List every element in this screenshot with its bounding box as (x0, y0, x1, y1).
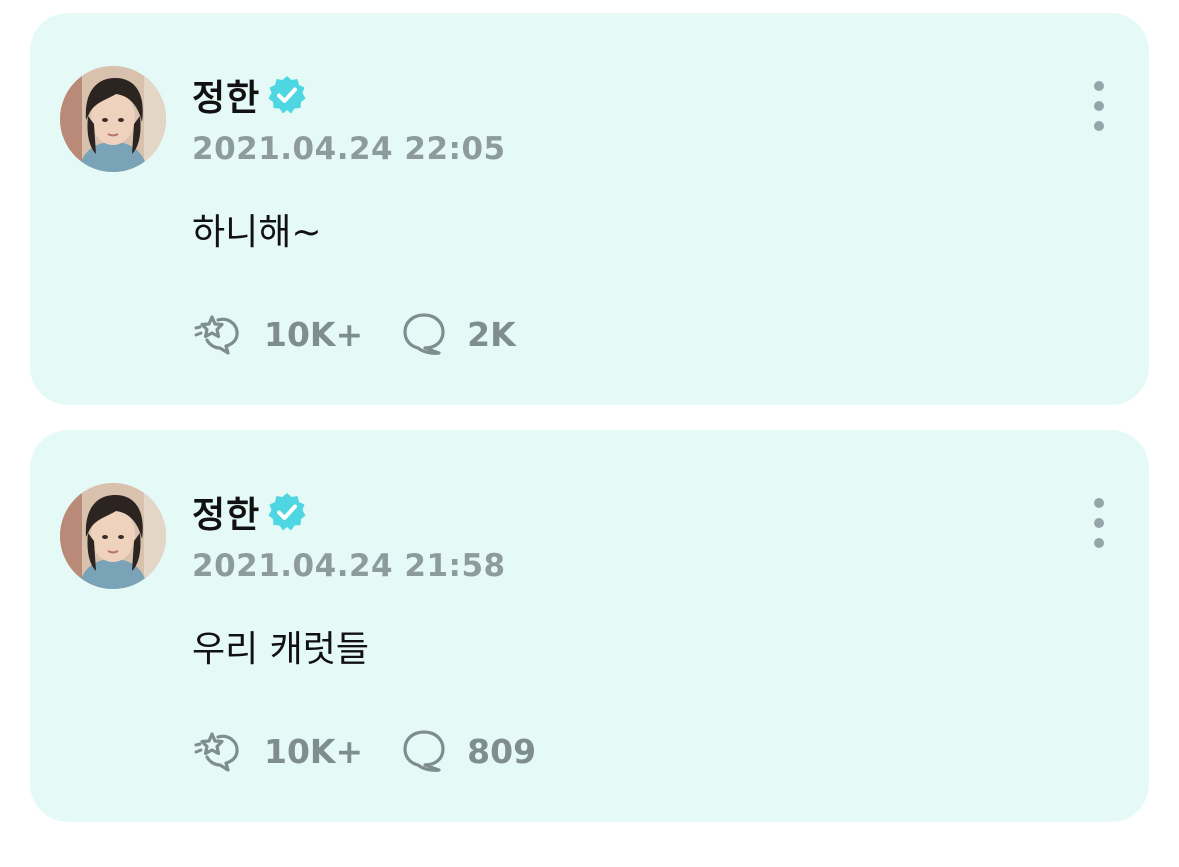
post-feed: 정한 2021.04.24 22:05 하니해~ 10K+ 2K 정한 2021… (0, 0, 1179, 867)
post-card[interactable]: 정한 2021.04.24 22:05 하니해~ 10K+ 2K (30, 13, 1149, 405)
more-options-icon[interactable] (1089, 498, 1109, 548)
author-row: 정한 (192, 71, 308, 119)
dot (1094, 121, 1104, 131)
post-text: 우리 캐럿들 (192, 629, 370, 670)
more-options-icon[interactable] (1089, 81, 1109, 131)
cheer-icon (192, 311, 244, 357)
cheer-count: 10K+ (264, 314, 364, 354)
cheer-button[interactable]: 10K+ (192, 311, 363, 357)
dot (1094, 101, 1104, 111)
post-actions: 10K+ 2K (192, 309, 554, 359)
verified-badge-icon (266, 74, 308, 116)
comment-bubble-icon (401, 311, 447, 357)
author-row: 정한 (192, 488, 308, 536)
dot (1094, 518, 1104, 528)
comment-bubble-icon (401, 728, 447, 774)
dot (1094, 498, 1104, 508)
post-timestamp: 2021.04.24 22:05 (192, 131, 506, 167)
comment-count: 2K (467, 314, 516, 354)
comment-button[interactable]: 809 (401, 728, 536, 774)
dot (1094, 538, 1104, 548)
dot (1094, 81, 1104, 91)
cheer-icon (192, 728, 244, 774)
cheer-button[interactable]: 10K+ (192, 728, 363, 774)
verified-badge-icon (266, 491, 308, 533)
comment-count: 809 (467, 731, 537, 771)
avatar[interactable] (60, 66, 166, 172)
author-name[interactable]: 정한 (192, 69, 260, 121)
post-timestamp: 2021.04.24 21:58 (192, 548, 506, 584)
cheer-count: 10K+ (264, 731, 364, 771)
post-text: 하니해~ (192, 212, 322, 253)
post-card[interactable]: 정한 2021.04.24 21:58 우리 캐럿들 10K+ 809 (30, 430, 1149, 822)
avatar[interactable] (60, 483, 166, 589)
author-name[interactable]: 정한 (192, 486, 260, 538)
comment-button[interactable]: 2K (401, 311, 516, 357)
post-actions: 10K+ 809 (192, 726, 574, 776)
